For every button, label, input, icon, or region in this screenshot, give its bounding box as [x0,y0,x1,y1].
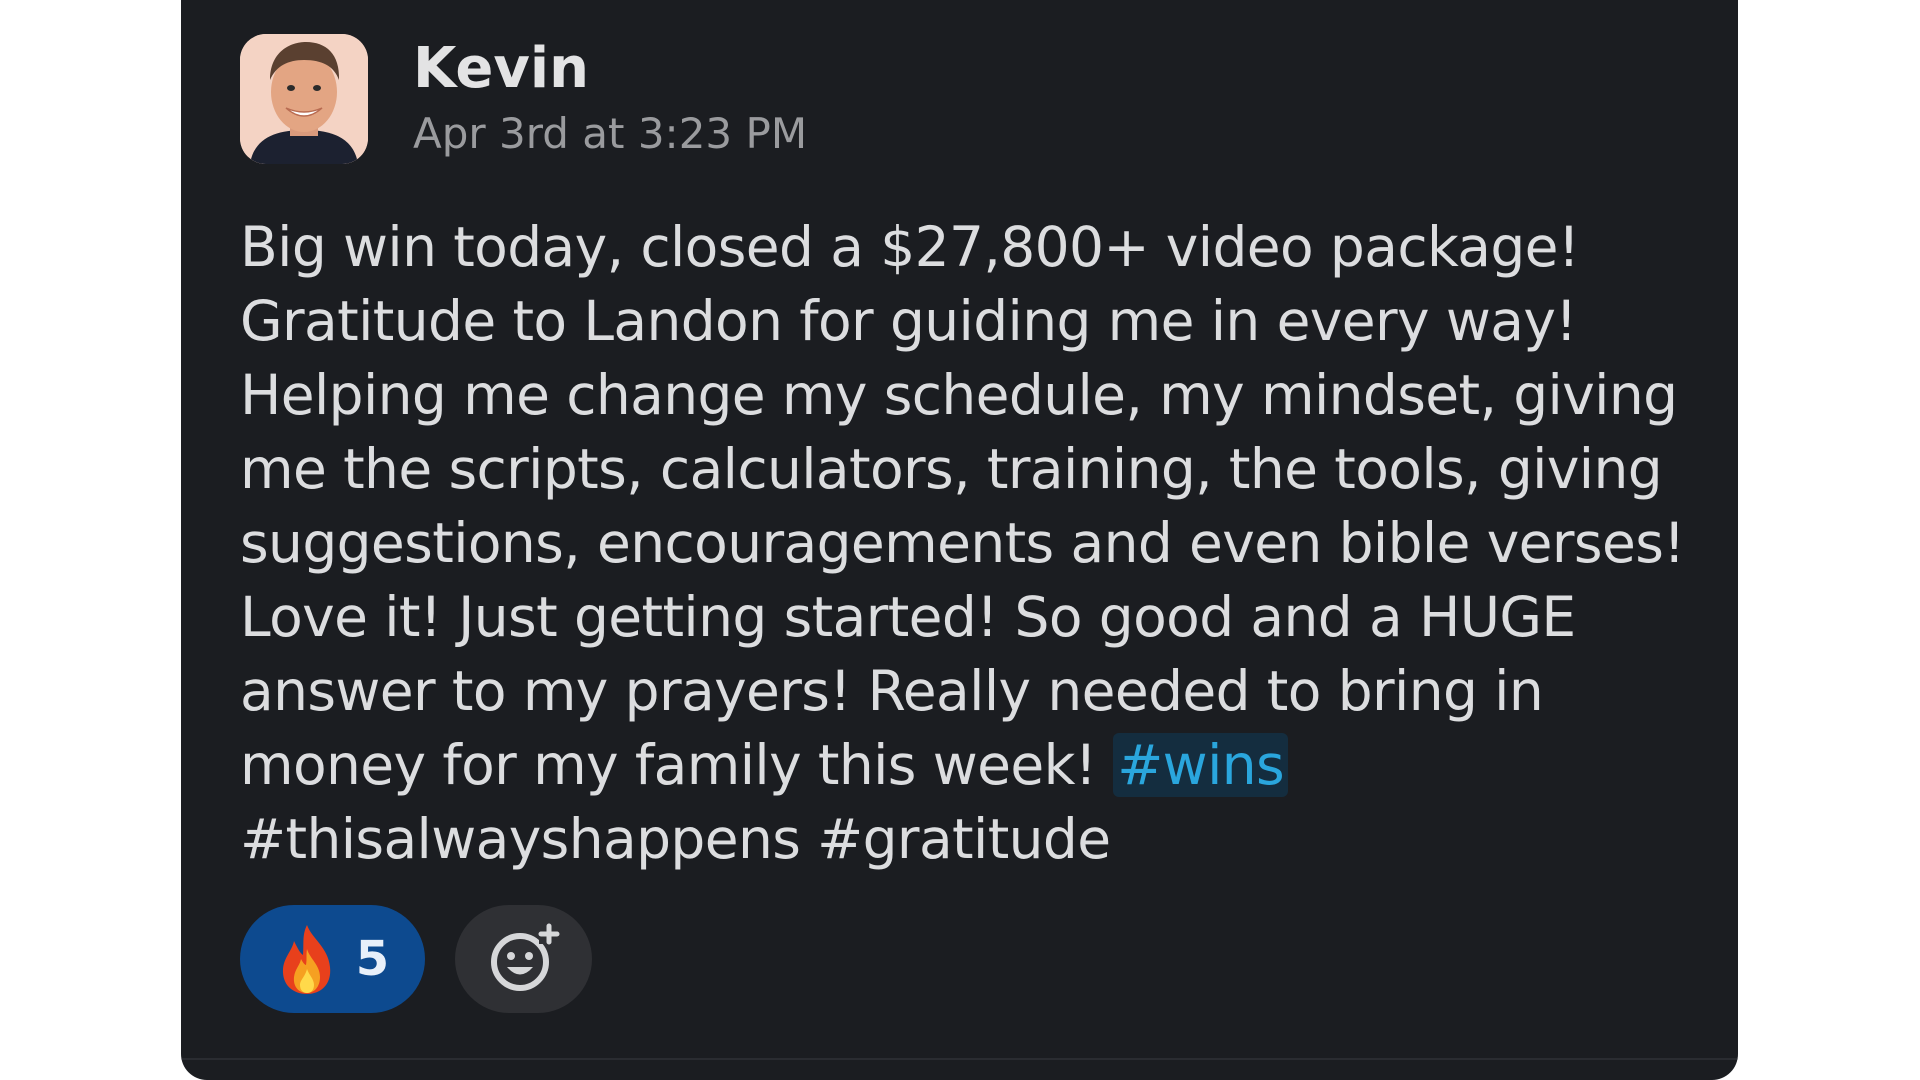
message-line: Gratitude to Landon for guiding me in ev… [240,289,1577,353]
add-reaction-icon [490,923,559,991]
message-timestamp[interactable]: Apr 3rd at 3:23 PM [413,104,807,164]
author-name[interactable]: Kevin [413,34,589,104]
message-card: Kevin Apr 3rd at 3:23 PM Big win today, … [181,0,1738,1080]
message-line-text: money for my family this week! [240,733,1114,797]
message-line: suggestions, encouragements and even bib… [240,511,1685,575]
avatar[interactable] [240,34,368,164]
message-line: me the scripts, calculators, training, t… [240,437,1663,501]
message-body: Big win today, closed a $27,800+ video p… [240,210,1700,876]
message-divider [181,1058,1738,1060]
message-line-with-link: money for my family this week! #wins [240,728,1700,802]
message-line: #thisalwayshappens #gratitude [240,807,1111,871]
reaction-count: 5 [355,931,390,987]
reactions-bar: 5 [240,905,592,1013]
add-reaction-button[interactable] [455,905,592,1013]
message-line: Love it! Just getting started! So good a… [240,585,1576,649]
message-line: Helping me change my schedule, my mindse… [240,363,1678,427]
message-line: Big win today, closed a $27,800+ video p… [240,215,1580,279]
hashtag-link-wins[interactable]: #wins [1113,733,1289,797]
message-line: answer to my prayers! Really needed to b… [240,659,1544,723]
fire-icon [276,923,338,995]
fire-reaction-button[interactable]: 5 [240,905,425,1013]
avatar-image [240,34,368,164]
